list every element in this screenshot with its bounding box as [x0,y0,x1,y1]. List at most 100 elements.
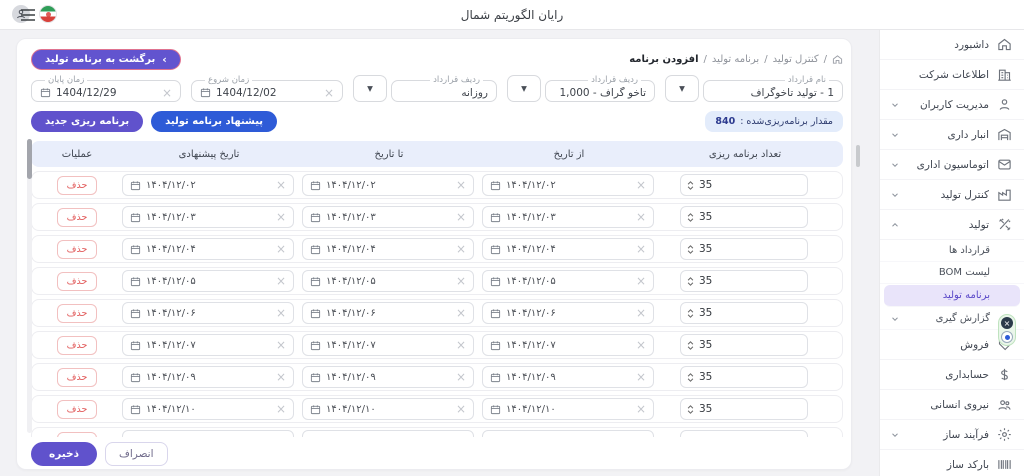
sidebar-item[interactable]: کنترل تولید [880,180,1024,210]
number-stepper[interactable] [687,404,694,414]
clear-icon[interactable]: × [636,403,646,415]
calendar-icon[interactable] [130,436,141,437]
back-to-plan-button[interactable]: › برگشت به برنامه تولید [31,48,181,70]
calendar-icon[interactable] [490,276,501,287]
suggested-date-input[interactable]: ۱۴۰۴/۱۲/۰۷ × [122,334,294,356]
clear-icon[interactable]: × [276,435,286,437]
clear-icon[interactable]: × [456,211,466,223]
suggested-date-input[interactable]: ۱۴۰۴/۱۲/۱۰ × [122,398,294,420]
home-icon[interactable] [832,54,843,65]
save-button[interactable]: ذخیره [31,442,97,466]
number-stepper[interactable] [687,308,694,318]
breadcrumb-item[interactable]: کنترل تولید [773,54,819,65]
clear-icon[interactable]: × [636,179,646,191]
dropdown-arrow-button[interactable]: ▼ [507,75,541,102]
sidebar-item[interactable]: بارکد ساز [880,450,1024,476]
plan-count-input[interactable]: 35 [680,398,808,420]
to-date-input[interactable]: ۱۴۰۴/۱۲/۱۰ × [302,398,474,420]
from-date-input[interactable]: ۱۴۰۴/۱۲/۰۴ × [482,238,654,260]
contract-row-select[interactable]: ردیف قرارداد تاخو گراف - 1,000 [545,76,655,102]
calendar-icon[interactable] [490,404,501,415]
to-date-input[interactable]: × [302,430,474,437]
plan-count-input[interactable]: 35 [680,206,808,228]
hamburger-menu-icon[interactable] [8,0,48,30]
calendar-icon[interactable] [490,372,501,383]
calendar-icon[interactable] [490,244,501,255]
calendar-icon[interactable] [40,87,51,98]
sidebar-item[interactable]: داشبورد [880,30,1024,60]
delete-button[interactable]: حذف [56,239,98,259]
sidebar-item[interactable]: نیروی انسانی [880,390,1024,420]
clear-icon[interactable]: × [276,179,286,191]
calendar-icon[interactable] [490,180,501,191]
from-date-input[interactable]: ۱۴۰۴/۱۲/۱۰ × [482,398,654,420]
dropdown-arrow-button[interactable]: ▼ [353,75,387,102]
delete-button[interactable]: حذف [56,303,98,323]
sidebar-item[interactable]: حسابداری [880,360,1024,390]
calendar-icon[interactable] [200,87,211,98]
calendar-icon[interactable] [130,372,141,383]
calendar-icon[interactable] [310,404,321,415]
delete-button[interactable]: حذف [56,431,98,437]
to-date-input[interactable]: ۱۴۰۴/۱۲/۰۶ × [302,302,474,324]
clear-icon[interactable]: × [324,87,334,99]
sidebar-item[interactable]: اتوماسیون اداری [880,150,1024,180]
overlay-record-icon[interactable] [1001,331,1013,343]
calendar-icon[interactable] [310,340,321,351]
sidebar-item[interactable]: اطلاعات شرکت [880,60,1024,90]
number-stepper[interactable] [687,212,694,222]
sidebar-item[interactable]: لیست BOM [880,262,1024,284]
to-date-input[interactable]: ۱۴۰۴/۱۲/۰۴ × [302,238,474,260]
suggested-date-input[interactable]: ۱۴۰۴/۱۲/۰۴ × [122,238,294,260]
calendar-icon[interactable] [310,276,321,287]
sidebar-item[interactable]: قرارداد ها [880,240,1024,262]
calendar-icon[interactable] [310,212,321,223]
to-date-input[interactable]: ۱۴۰۴/۱۲/۰۵ × [302,270,474,292]
from-date-input[interactable]: ۱۴۰۴/۱۲/۰۹ × [482,366,654,388]
clear-icon[interactable]: × [276,339,286,351]
clear-icon[interactable]: × [276,275,286,287]
clear-icon[interactable]: × [276,243,286,255]
from-date-input[interactable]: ۱۴۰۴/۱۲/۰۲ × [482,174,654,196]
sidebar-item[interactable]: تولید [880,210,1024,240]
clear-icon[interactable]: × [456,435,466,437]
calendar-icon[interactable] [130,276,141,287]
sidebar-item[interactable]: مدیریت کاربران [880,90,1024,120]
delete-button[interactable]: حذف [56,367,98,387]
calendar-icon[interactable] [490,212,501,223]
clear-icon[interactable]: × [636,211,646,223]
calendar-icon[interactable] [310,436,321,437]
clear-icon[interactable]: × [636,371,646,383]
delete-button[interactable]: حذف [56,271,98,291]
number-stepper[interactable] [687,244,694,254]
new-plan-button[interactable]: برنامه ریزی جدید [31,110,144,132]
delete-button[interactable]: حذف [56,335,98,355]
suggested-date-input[interactable]: × [122,430,294,437]
clear-icon[interactable]: × [456,371,466,383]
contract-name-select[interactable]: نام قرارداد 1 - تولید تاخوگراف [703,76,843,102]
clear-icon[interactable]: × [636,339,646,351]
calendar-icon[interactable] [130,308,141,319]
to-date-input[interactable]: ۱۴۰۴/۱۲/۰۲ × [302,174,474,196]
from-date-input[interactable]: ۱۴۰۴/۱۲/۰۵ × [482,270,654,292]
plan-count-input[interactable]: 35 [680,174,808,196]
delete-button[interactable]: حذف [56,207,98,227]
clear-icon[interactable]: × [636,435,646,437]
clear-icon[interactable]: × [276,211,286,223]
scrollbar-thumb[interactable] [27,139,32,179]
calendar-icon[interactable] [490,340,501,351]
clear-icon[interactable]: × [636,243,646,255]
sidebar-item[interactable]: فرآیند ساز [880,420,1024,450]
suggest-plan-button[interactable]: پیشنهاد برنامه تولید [151,110,278,132]
calendar-icon[interactable] [310,372,321,383]
to-date-input[interactable]: ۱۴۰۴/۱۲/۰۷ × [302,334,474,356]
clear-icon[interactable]: × [456,243,466,255]
calendar-icon[interactable] [490,308,501,319]
sidebar-item[interactable]: برنامه تولید [884,285,1020,307]
number-stepper[interactable] [687,372,694,382]
plan-count-input[interactable]: 35 [680,238,808,260]
from-date-input[interactable]: × [482,430,654,437]
period-select[interactable]: ردیف قرارداد روزانه [391,76,497,102]
clear-icon[interactable]: × [456,339,466,351]
page-scrollbar-thumb[interactable] [856,145,860,167]
